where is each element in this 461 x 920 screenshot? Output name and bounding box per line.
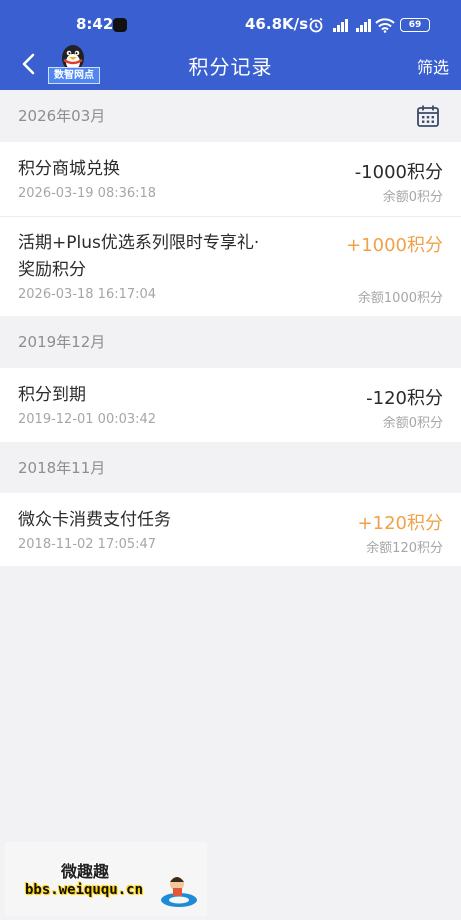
record-amount: +1000积分 — [346, 235, 443, 256]
signal-icon — [329, 18, 348, 32]
page-title: 积分记录 — [188, 55, 273, 79]
month-label: 2018年11月 — [18, 459, 106, 477]
record-balance: 余额120积分 — [366, 541, 443, 556]
record-amount: +120积分 — [357, 513, 443, 534]
record-title: 积分商城兑换 — [18, 159, 120, 179]
status-icons: 69 — [308, 17, 430, 33]
record-title: 微众卡消费支付任务 — [18, 510, 171, 530]
record-time: 2019-12-01 00:03:42 — [18, 412, 157, 427]
app-header: 8:42 46.8K/s 69 数智网点 积分记录 筛选 — [0, 0, 461, 90]
network-speed: 46.8K/s — [245, 15, 309, 33]
record-balance: 余额0积分 — [382, 416, 443, 431]
list-item[interactable]: 微众卡消费支付任务 2018-11-02 17:05:47 +120积分 余额1… — [0, 493, 461, 566]
signal-icon — [352, 18, 371, 32]
record-time: 2018-11-02 17:05:47 — [18, 537, 157, 552]
swimmer-icon — [161, 877, 197, 907]
record-time: 2026-03-19 08:36:18 — [18, 186, 157, 201]
record-title: 活期+Plus优选系列限时专享礼· — [18, 233, 260, 253]
record-balance: 余额1000积分 — [357, 291, 443, 306]
month-label: 2026年03月 — [18, 107, 106, 125]
record-title-line2: 奖励积分 — [18, 260, 86, 280]
battery-icon: 69 — [400, 18, 430, 32]
watermark: 微趣趣 bbs.weiququ.cn — [5, 842, 207, 916]
record-amount: -1000积分 — [354, 162, 443, 183]
record-balance: 余额0积分 — [382, 190, 443, 205]
alarm-icon — [309, 17, 323, 33]
filter-button[interactable]: 筛选 — [417, 54, 449, 78]
wifi-icon — [375, 17, 395, 33]
record-title: 积分到期 — [18, 385, 86, 405]
watermark-url: bbs.weiququ.cn — [25, 882, 144, 898]
month-header: 2018年11月 — [0, 442, 461, 492]
list-item[interactable]: 积分商城兑换 2026-03-19 08:36:18 -1000积分 余额0积分 — [0, 142, 461, 216]
record-time: 2026-03-18 16:17:04 — [18, 287, 157, 302]
month-header: 2019年12月 — [0, 316, 461, 366]
status-time: 8:42 — [76, 15, 114, 33]
tiktok-icon — [113, 18, 127, 32]
month-header: 2026年03月 — [0, 90, 461, 140]
list-item[interactable]: 活期+Plus优选系列限时专享礼· 奖励积分 2026-03-18 16:17:… — [0, 217, 461, 316]
month-label: 2019年12月 — [18, 333, 106, 351]
status-bar: 8:42 46.8K/s 69 — [0, 0, 461, 38]
list-item[interactable]: 积分到期 2019-12-01 00:03:42 -120积分 余额0积分 — [0, 368, 461, 442]
nav-bar: 数智网点 积分记录 筛选 — [0, 38, 461, 90]
record-amount: -120积分 — [366, 388, 443, 409]
watermark-text: 微趣趣 — [61, 862, 110, 881]
calendar-icon[interactable] — [416, 104, 440, 128]
